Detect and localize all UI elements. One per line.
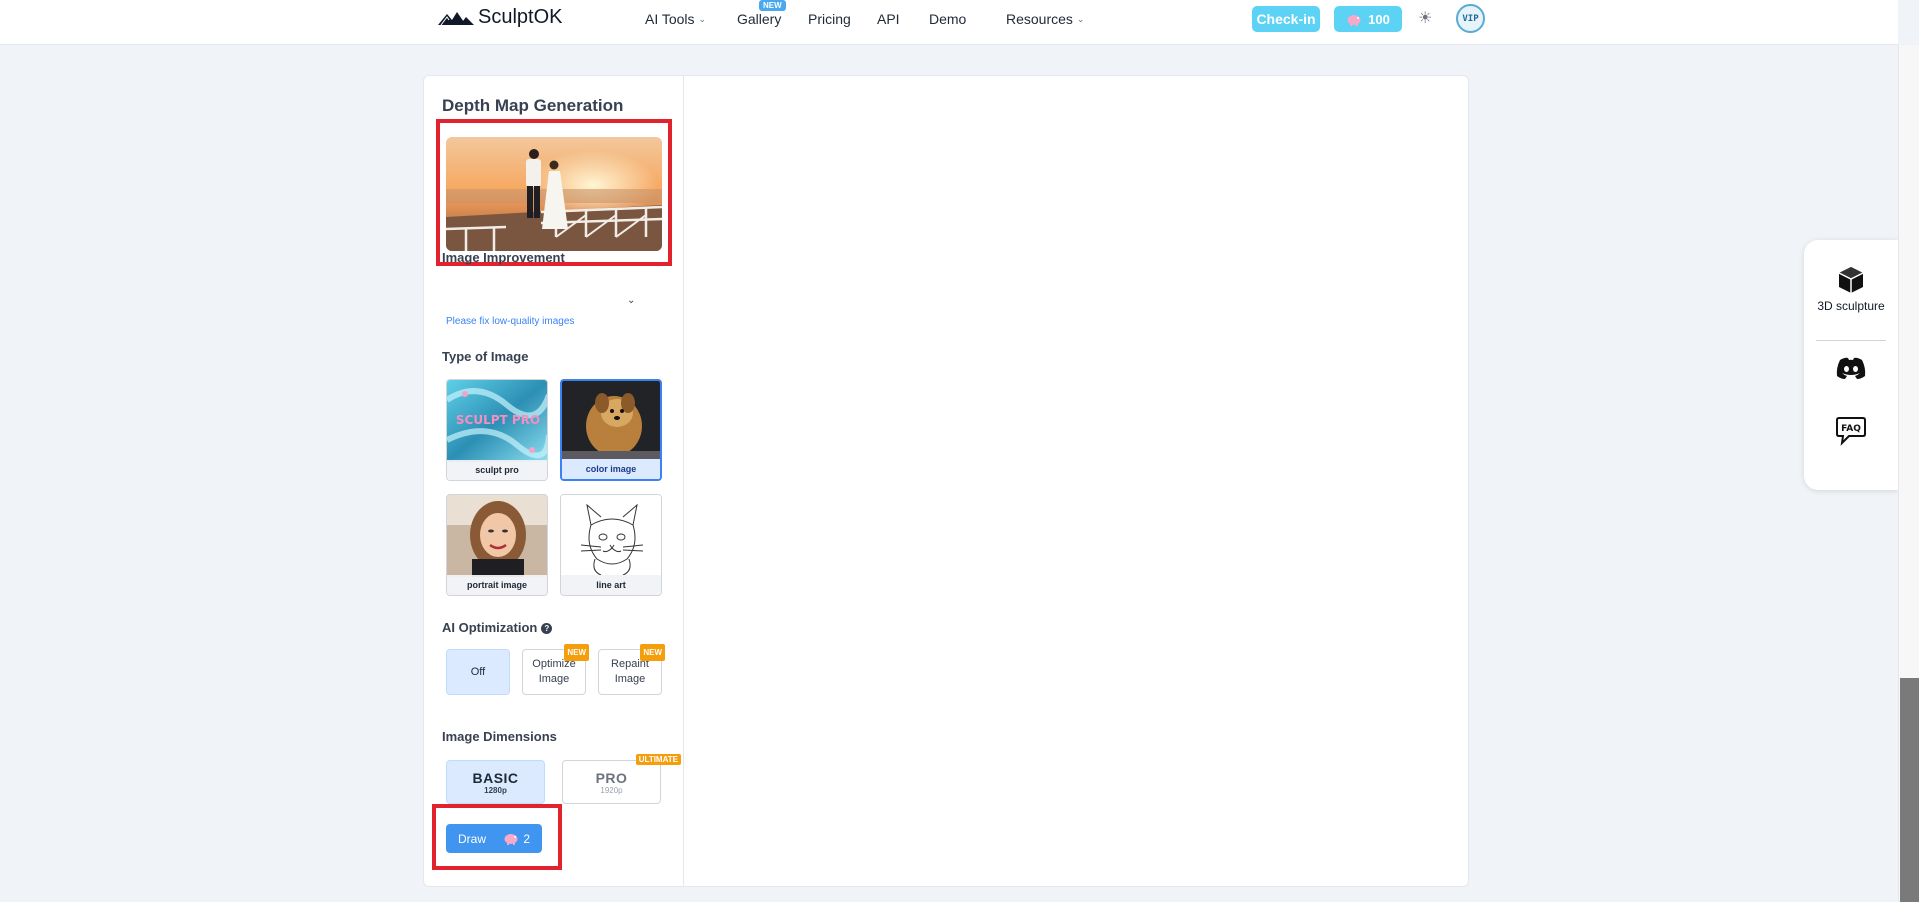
ultimate-badge: ULTIMATE bbox=[635, 754, 681, 765]
optimize-image-label: Optimize Image bbox=[532, 658, 576, 685]
chevron-down-icon: ⌄ bbox=[1076, 13, 1085, 24]
repaint-image-label: Repaint Image bbox=[611, 658, 649, 685]
logo-text: SculptOK bbox=[478, 6, 563, 28]
piggy-bank-icon bbox=[504, 834, 518, 845]
ai-optimization-text: AI Optimization bbox=[442, 620, 538, 635]
new-badge: NEW bbox=[640, 644, 665, 661]
dimension-basic-button[interactable]: BASIC 1280p bbox=[446, 760, 545, 804]
type-label: line art bbox=[561, 575, 661, 595]
nav-ai-tools-label: AI Tools bbox=[645, 11, 695, 27]
ai-optimization-label: AI Optimization? bbox=[442, 620, 553, 635]
chevron-down-icon[interactable]: ⌄ bbox=[627, 295, 635, 306]
credits-count: 100 bbox=[1368, 11, 1390, 27]
result-area bbox=[685, 76, 1468, 886]
3d-sculpture-link[interactable]: 3D sculpture bbox=[1804, 265, 1898, 313]
type-label: portrait image bbox=[447, 575, 547, 595]
type-label: sculpt pro bbox=[447, 460, 547, 480]
nav-demo[interactable]: Demo bbox=[929, 11, 966, 27]
sculpt-pro-text: SCULPT PRO bbox=[456, 413, 540, 427]
nav-gallery-label: Gallery bbox=[737, 11, 782, 27]
draw-cost: 2 bbox=[503, 832, 530, 846]
dimension-pro-button[interactable]: PRO 1920p ULTIMATE bbox=[562, 754, 681, 804]
nav-resources[interactable]: Resources ⌄ bbox=[1006, 11, 1084, 27]
nav-pricing-label: Pricing bbox=[808, 11, 851, 27]
chevron-down-icon: ⌄ bbox=[698, 13, 707, 24]
uploaded-image[interactable] bbox=[446, 137, 662, 251]
page-title: Depth Map Generation bbox=[442, 96, 624, 115]
discord-link[interactable] bbox=[1804, 356, 1898, 380]
fix-low-quality-link[interactable]: Please fix low-quality images bbox=[446, 316, 574, 327]
scrollbar-thumb[interactable] bbox=[1900, 678, 1919, 902]
nav-api[interactable]: API bbox=[877, 11, 900, 27]
piggy-bank-icon bbox=[1347, 14, 1361, 26]
type-sculpt-pro[interactable]: SCULPT PRO sculpt pro bbox=[446, 379, 548, 481]
credits-button[interactable]: 100 bbox=[1334, 6, 1402, 32]
nav-demo-label: Demo bbox=[929, 11, 967, 27]
dimension-basic-label: BASIC bbox=[472, 769, 519, 786]
ai-opt-off-label: Off bbox=[470, 665, 486, 678]
type-line-art[interactable]: line art bbox=[560, 494, 662, 596]
type-portrait-image[interactable]: portrait image bbox=[446, 494, 548, 596]
beach-couple-image bbox=[446, 137, 662, 251]
settings-panel: Depth Map Generation Image Improvement ⌄… bbox=[424, 76, 684, 886]
nav-pricing[interactable]: Pricing bbox=[808, 11, 851, 27]
dimension-pro-label: PRO bbox=[595, 769, 628, 786]
image-improvement-label: Image Improvement bbox=[442, 250, 565, 265]
help-icon[interactable]: ? bbox=[541, 623, 553, 635]
type-label: color image bbox=[562, 459, 660, 479]
3d-sculpture-label: 3D sculpture bbox=[1817, 299, 1885, 313]
type-of-image-label: Type of Image bbox=[442, 349, 529, 364]
main-card: Depth Map Generation Image Improvement ⌄… bbox=[423, 75, 1469, 887]
nav-api-label: API bbox=[877, 11, 900, 27]
dog-thumbnail bbox=[562, 381, 660, 461]
logo[interactable]: SculptOK bbox=[438, 6, 562, 29]
ai-opt-off-button[interactable]: Off bbox=[446, 649, 510, 695]
nav-ai-tools[interactable]: AI Tools ⌄ bbox=[645, 11, 706, 27]
mountain-logo-icon bbox=[438, 11, 474, 25]
cube-icon bbox=[1838, 267, 1864, 293]
image-dimensions-label: Image Dimensions bbox=[442, 729, 557, 744]
dimension-basic-resolution: 1280p bbox=[484, 785, 507, 795]
dimension-pro-resolution: 1920p bbox=[600, 785, 623, 795]
type-color-image[interactable]: color image bbox=[560, 379, 662, 481]
draw-label: Draw bbox=[458, 831, 487, 846]
optimize-image-button[interactable]: Optimize Image NEW bbox=[522, 644, 589, 695]
sun-icon[interactable]: ☀ bbox=[1418, 8, 1432, 28]
cat-line-art-thumbnail bbox=[561, 495, 661, 577]
nav-resources-label: Resources bbox=[1006, 11, 1073, 27]
avatar[interactable]: VIP bbox=[1456, 4, 1485, 33]
floating-side-panel: 3D sculpture FAQ bbox=[1804, 240, 1898, 490]
portrait-thumbnail bbox=[447, 495, 547, 577]
discord-icon bbox=[1836, 357, 1866, 379]
nav-gallery[interactable]: Gallery NEW bbox=[737, 0, 786, 27]
top-nav: SculptOK AI Tools ⌄ Gallery NEW Pricing … bbox=[0, 0, 1898, 45]
svg-text:FAQ: FAQ bbox=[1841, 424, 1861, 434]
check-in-button[interactable]: Check-in bbox=[1252, 6, 1320, 32]
draw-button[interactable]: Draw 2 bbox=[446, 824, 542, 853]
draw-cost-value: 2 bbox=[523, 831, 530, 846]
repaint-image-button[interactable]: Repaint Image NEW bbox=[598, 644, 665, 695]
sculpt-pro-thumbnail: SCULPT PRO bbox=[447, 380, 547, 462]
new-badge: NEW bbox=[564, 644, 589, 661]
faq-icon: FAQ bbox=[1836, 417, 1866, 446]
divider bbox=[1816, 340, 1886, 341]
new-badge: NEW bbox=[759, 0, 786, 11]
faq-link[interactable]: FAQ bbox=[1804, 416, 1898, 446]
